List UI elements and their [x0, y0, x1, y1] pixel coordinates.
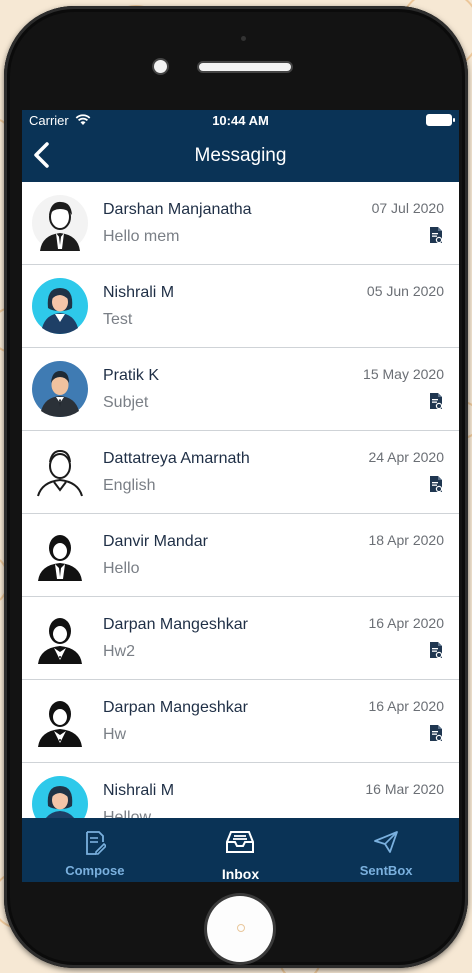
- sender-name: Nishrali M: [103, 284, 175, 301]
- male-black-avatar-icon: [38, 618, 82, 664]
- message-subject: Subjet: [103, 394, 149, 411]
- status-bar: Carrier 10:44 AM: [22, 110, 459, 130]
- message-row[interactable]: Darshan Manjanatha Hello mem 07 Jul 2020: [22, 182, 459, 265]
- sender-name: Pratik K: [103, 367, 160, 384]
- carrier-label: Carrier: [29, 112, 69, 128]
- female-cyan-avatar-icon: [32, 278, 88, 334]
- message-subject: Hello: [103, 560, 140, 577]
- sender-name: Darpan Mangeshkar: [103, 616, 248, 633]
- message-row[interactable]: Darpan Mangeshkar Hw 16 Apr 2020: [22, 680, 459, 763]
- tab-inbox-label: Inbox: [221, 866, 260, 882]
- compose-icon: [85, 831, 106, 855]
- male-black-avatar-icon: [38, 701, 82, 747]
- tab-compose-label: Compose: [65, 863, 125, 878]
- app-screen: Carrier 10:44 AM Messaging Darshan Manja…: [22, 110, 459, 882]
- tab-sentbox-label: SentBox: [359, 863, 413, 878]
- home-button[interactable]: [207, 896, 273, 962]
- message-subject: English: [103, 477, 156, 494]
- proximity-sensor: [154, 60, 167, 73]
- front-camera: [241, 36, 246, 41]
- message-subject: Test: [103, 311, 133, 328]
- message-date: 24 Apr 2020: [368, 449, 444, 465]
- message-date: 16 Apr 2020: [368, 615, 444, 631]
- message-date: 18 Apr 2020: [368, 532, 444, 548]
- male-suit-avatar-icon: [32, 195, 88, 251]
- message-date: 16 Apr 2020: [368, 698, 444, 714]
- sender-name: Darpan Mangeshkar: [103, 699, 248, 716]
- attachment-file-icon[interactable]: [429, 392, 443, 410]
- attachment-file-icon[interactable]: [429, 475, 443, 493]
- male-blue-avatar-icon: [32, 361, 88, 417]
- message-row[interactable]: Darpan Mangeshkar Hw2 16 Apr 2020: [22, 597, 459, 680]
- sender-name: Danvir Mandar: [103, 533, 208, 550]
- earpiece-speaker: [199, 63, 291, 71]
- message-subject: Hw2: [103, 643, 136, 660]
- message-row[interactable]: Pratik K Subjet 15 May 2020: [22, 348, 459, 431]
- message-subject: Hello mem: [103, 228, 180, 245]
- tab-sentbox[interactable]: SentBox: [326, 818, 446, 882]
- message-date: 05 Jun 2020: [366, 283, 444, 299]
- attachment-file-icon[interactable]: [429, 641, 443, 659]
- female-cyan-avatar-icon: [32, 776, 88, 818]
- page-title: Messaging: [194, 145, 287, 166]
- message-row[interactable]: Nishrali M Hellow 16 Mar 2020: [22, 763, 459, 818]
- navigation-bar: Messaging: [22, 130, 459, 182]
- male-outline-avatar-icon: [37, 449, 83, 497]
- sender-name: Darshan Manjanatha: [103, 201, 252, 218]
- message-list: Darshan Manjanatha Hello mem 07 Jul 2020: [22, 182, 459, 818]
- message-subject: Hw: [103, 726, 127, 743]
- sender-name: Nishrali M: [103, 782, 175, 799]
- message-row[interactable]: Danvir Mandar Hello 18 Apr 2020: [22, 514, 459, 597]
- wifi-icon: [75, 114, 91, 125]
- message-date: 07 Jul 2020: [371, 200, 444, 216]
- tab-inbox[interactable]: Inbox: [180, 818, 300, 882]
- message-row[interactable]: Dattatreya Amarnath English 24 Apr 2020: [22, 431, 459, 514]
- message-date: 15 May 2020: [363, 366, 444, 382]
- inbox-tray-icon: [226, 831, 255, 853]
- sender-name: Dattatreya Amarnath: [103, 450, 250, 467]
- message-date: 16 Mar 2020: [365, 781, 444, 797]
- attachment-file-icon[interactable]: [429, 226, 443, 244]
- paper-plane-icon: [374, 831, 399, 853]
- message-subject: Hellow: [103, 809, 152, 818]
- attachment-file-icon[interactable]: [429, 724, 443, 742]
- back-chevron-icon[interactable]: [31, 141, 53, 169]
- male-black-avatar-icon: [38, 535, 82, 581]
- message-row[interactable]: Nishrali M Test 05 Jun 2020: [22, 265, 459, 348]
- battery-icon: [426, 114, 455, 126]
- tab-compose[interactable]: Compose: [35, 818, 155, 882]
- bottom-tab-bar: Compose Inbox SentBox: [22, 818, 459, 882]
